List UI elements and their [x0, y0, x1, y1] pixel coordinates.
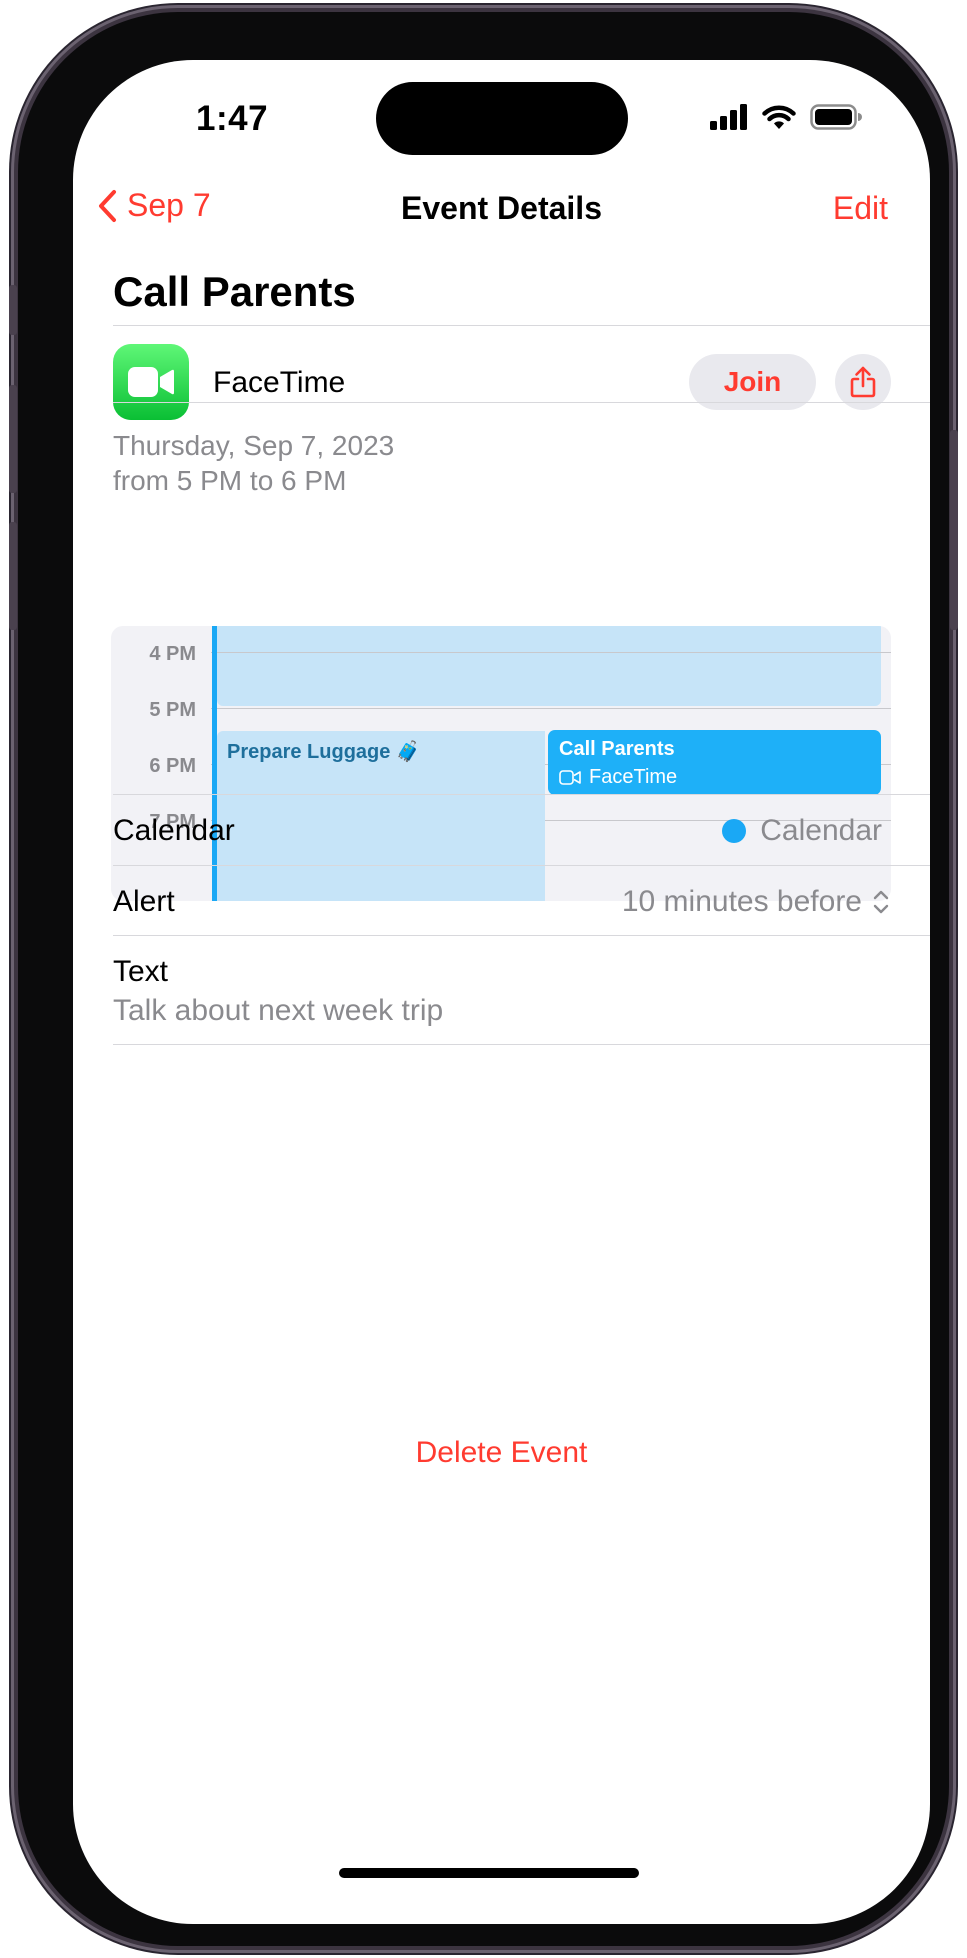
- facetime-app-icon: [113, 344, 189, 420]
- battery-icon: [810, 104, 862, 130]
- facetime-row: FaceTime Join: [113, 344, 893, 420]
- video-camera-icon: [128, 367, 174, 397]
- volume-down-button: [9, 522, 17, 630]
- day-preview: 4 PM 5 PM 6 PM 7 PM Prepare Luggage 🧳 Ca…: [111, 626, 891, 901]
- status-time: 1:47: [196, 99, 269, 138]
- action-button: [9, 285, 17, 335]
- notes-text[interactable]: Talk about next week trip: [113, 994, 443, 1028]
- page-title: Event Details: [401, 190, 602, 226]
- event-block-subtitle: FaceTime: [559, 766, 677, 789]
- event-block-prepare-luggage[interactable]: Prepare Luggage 🧳: [217, 731, 545, 901]
- chevron-up-down-icon: [873, 890, 889, 914]
- event-block-call-parents[interactable]: Call Parents FaceTime: [548, 730, 881, 795]
- volume-up-button: [9, 385, 17, 493]
- divider: [113, 402, 930, 403]
- edit-button[interactable]: Edit: [833, 190, 888, 227]
- facetime-label: FaceTime: [213, 366, 346, 399]
- previous-event-block: [217, 626, 881, 706]
- current-event-indicator: [212, 626, 217, 901]
- event-block-location: FaceTime: [589, 766, 678, 788]
- delete-event-button[interactable]: Delete Event: [73, 1436, 930, 1470]
- divider: [113, 1044, 930, 1045]
- calendar-value: Calendar: [760, 814, 882, 847]
- divider: [113, 325, 930, 326]
- event-block-title: Prepare Luggage 🧳: [227, 741, 421, 763]
- hour-label: 4 PM: [149, 643, 196, 665]
- event-title: Call Parents: [113, 268, 356, 315]
- video-camera-icon: [559, 770, 581, 785]
- hour-label: 6 PM: [149, 755, 196, 777]
- alert-value: 10 minutes before: [621, 885, 862, 918]
- divider: [113, 794, 930, 795]
- home-indicator[interactable]: [339, 1868, 639, 1878]
- calendar-picker[interactable]: Calendar: [722, 814, 882, 848]
- share-icon: [850, 366, 876, 398]
- dynamic-island: [376, 82, 628, 155]
- notes-label: Text: [113, 955, 169, 988]
- event-date: Thursday, Sep 7, 2023: [113, 430, 395, 461]
- alert-row-label: Alert: [113, 885, 175, 918]
- wifi-icon: [762, 105, 796, 129]
- hour-line: [211, 708, 891, 709]
- cellular-signal-icon: [710, 104, 747, 130]
- calendar-row-label: Calendar: [113, 814, 235, 847]
- hour-line: [211, 652, 891, 653]
- divider: [113, 935, 930, 936]
- screen: 1:47 Sep 7 Event Details Edit Call Paren…: [73, 60, 930, 1924]
- event-time-range: from 5 PM to 6 PM: [113, 465, 347, 496]
- device-frame: 1:47 Sep 7 Event Details Edit Call Paren…: [18, 12, 949, 1946]
- status-icons: [710, 104, 862, 130]
- event-block-title: Call Parents: [559, 738, 675, 760]
- hour-label: 5 PM: [149, 699, 196, 721]
- side-button: [950, 430, 958, 630]
- divider: [113, 865, 930, 866]
- alert-picker[interactable]: 10 minutes before: [622, 885, 890, 919]
- calendar-color-dot: [722, 819, 747, 843]
